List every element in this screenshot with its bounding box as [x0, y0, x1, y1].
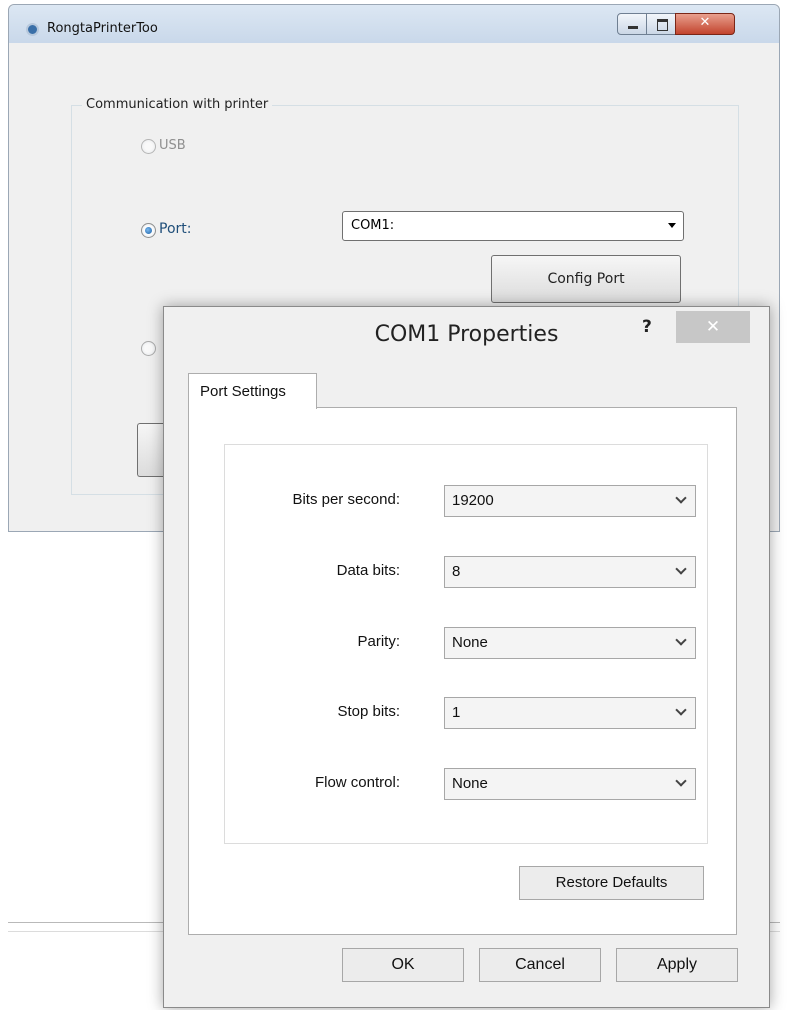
- flow-control-label: Flow control:: [314, 774, 400, 791]
- usb-radio[interactable]: [141, 139, 156, 154]
- com1-properties-dialog: COM1 Properties ? ✕ Port Settings Bits p…: [163, 306, 770, 1008]
- chevron-down-icon: [675, 563, 687, 575]
- usb-label: USB: [159, 138, 186, 153]
- parity-select[interactable]: None: [444, 627, 696, 659]
- dropdown-arrow-icon: [668, 223, 676, 228]
- title-bar: RongtaPrinterToo: [9, 5, 779, 43]
- chevron-down-icon: [675, 634, 687, 646]
- cancel-button[interactable]: Cancel: [479, 948, 601, 982]
- chevron-down-icon: [675, 704, 687, 716]
- data-bits-label: Data bits:: [336, 562, 400, 579]
- stop-bits-value: 1: [452, 704, 461, 721]
- help-icon[interactable]: ?: [642, 317, 652, 337]
- close-icon[interactable]: ✕: [676, 311, 750, 343]
- port-select-value: COM1:: [351, 218, 395, 233]
- port-select[interactable]: COM1:: [342, 211, 684, 241]
- bits-per-second-select[interactable]: 19200: [444, 485, 696, 517]
- data-bits-value: 8: [452, 563, 461, 580]
- restore-defaults-button[interactable]: Restore Defaults: [519, 866, 704, 900]
- port-radio[interactable]: [141, 223, 156, 238]
- ok-button[interactable]: OK: [342, 948, 464, 982]
- bits-per-second-value: 19200: [452, 492, 494, 509]
- settings-box: Bits per second: 19200 Data bits: 8 Pari…: [224, 444, 708, 844]
- data-bits-row: Data bits: 8: [225, 556, 707, 588]
- stop-bits-label: Stop bits:: [337, 703, 400, 720]
- bits-per-second-row: Bits per second: 19200: [225, 485, 707, 517]
- window-title: RongtaPrinterToo: [47, 21, 158, 36]
- chevron-down-icon: [675, 775, 687, 787]
- stop-bits-select[interactable]: 1: [444, 697, 696, 729]
- port-settings-panel: Bits per second: 19200 Data bits: 8 Pari…: [188, 407, 737, 935]
- apply-button[interactable]: Apply: [616, 948, 738, 982]
- parity-value: None: [452, 634, 488, 651]
- other-connection-radio[interactable]: [141, 341, 156, 356]
- flow-control-value: None: [452, 775, 488, 792]
- minimize-icon[interactable]: [617, 13, 647, 35]
- flow-control-row: Flow control: None: [225, 768, 707, 800]
- close-icon[interactable]: [675, 13, 735, 35]
- config-port-button[interactable]: Config Port: [491, 255, 681, 303]
- parity-row: Parity: None: [225, 627, 707, 659]
- flow-control-select[interactable]: None: [444, 768, 696, 800]
- maximize-icon[interactable]: [646, 13, 676, 35]
- parity-label: Parity:: [357, 633, 400, 650]
- group-title: Communication with printer: [82, 97, 273, 112]
- port-label: Port:: [159, 221, 192, 237]
- app-icon: [26, 23, 39, 36]
- chevron-down-icon: [675, 492, 687, 504]
- tab-port-settings[interactable]: Port Settings: [188, 373, 317, 409]
- data-bits-select[interactable]: 8: [444, 556, 696, 588]
- stop-bits-row: Stop bits: 1: [225, 697, 707, 729]
- bits-per-second-label: Bits per second:: [292, 491, 400, 508]
